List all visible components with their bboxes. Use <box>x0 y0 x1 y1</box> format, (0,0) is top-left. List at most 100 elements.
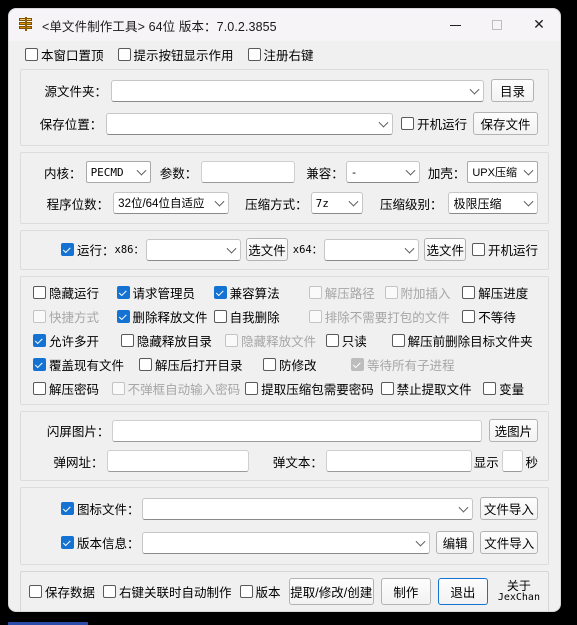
checkbox-box <box>116 310 130 323</box>
checkbox-register-contextmenu[interactable]: 注册右键 <box>247 45 314 64</box>
checkbox-option[interactable]: 解压前删除目标文件夹 <box>391 331 538 350</box>
checkbox-label: 解压后打开目录 <box>155 359 243 373</box>
checkbox-startup-run[interactable]: 开机运行 <box>471 240 538 259</box>
chevron-down-icon <box>469 84 480 95</box>
checkbox-option[interactable]: 请求管理员 <box>116 283 214 302</box>
checkbox-save-data[interactable]: 保存数据 <box>29 582 95 601</box>
select-image-button[interactable]: 选图片 <box>488 419 538 442</box>
bits-select[interactable]: 32位/64位自适应 <box>113 192 230 214</box>
checkbox-option[interactable]: 不等待 <box>462 307 538 326</box>
checkbox-option[interactable]: 兼容算法 <box>213 283 309 302</box>
checkbox-exit-after-finish[interactable]: 完成后退出 <box>350 612 429 613</box>
level-select[interactable]: 极限压缩 <box>448 192 538 214</box>
maximize-button[interactable] <box>476 9 518 41</box>
checkbox-label: 禁止提取文件 <box>396 383 472 397</box>
version-import-button[interactable]: 文件导入 <box>480 531 538 554</box>
checkbox-label: 自我删除 <box>229 311 280 325</box>
level-label: 压缩级别： <box>379 197 443 212</box>
minimize-button[interactable] <box>434 9 476 41</box>
version-edit-button[interactable]: 编辑 <box>435 531 475 554</box>
select-file-x64-button[interactable]: 选文件 <box>424 238 466 261</box>
x86-label: x86： <box>114 244 144 256</box>
author-name: JexChan <box>497 591 540 603</box>
checkbox-label: 开机运行 <box>417 118 468 132</box>
source-folder-combo[interactable] <box>111 79 484 102</box>
version-info-combo[interactable] <box>141 531 430 554</box>
checkbox-option[interactable]: 允许多开 <box>33 331 121 350</box>
popup-text-label: 弹文本： <box>272 455 323 470</box>
splash-image-input[interactable] <box>112 419 482 442</box>
popup-text-input[interactable] <box>325 450 472 472</box>
chevron-down-icon <box>226 243 237 254</box>
window-title: <单文件制作工具> 64位 版本：7.0.2.3855 <box>42 19 277 34</box>
popup-url-input[interactable] <box>106 450 249 472</box>
checkbox-tooltip-hint[interactable]: 提示按钮显示作用 <box>117 45 234 64</box>
pack-select[interactable]: UPX压缩 <box>467 161 538 183</box>
checkbox-version[interactable]: 版本 <box>239 582 281 601</box>
checkbox-version-info[interactable]: 版本信息： <box>61 533 140 552</box>
save-location-combo[interactable] <box>106 112 394 135</box>
checkbox-startup-run-save[interactable]: 开机运行 <box>401 114 467 133</box>
checkbox-box <box>213 310 227 323</box>
checkbox-option[interactable]: 隐藏释放目录 <box>120 331 225 350</box>
checkbox-option[interactable]: 覆盖现有文件 <box>33 355 139 374</box>
compat-select[interactable]: - <box>345 161 420 183</box>
about-block[interactable]: 关于 JexChan <box>498 580 540 603</box>
chevron-down-icon <box>415 536 426 547</box>
build-button[interactable]: 制作 <box>380 578 431 605</box>
checkbox-box <box>308 286 322 299</box>
checkbox-auto-build[interactable]: 右键关联时自动制作 <box>103 582 232 601</box>
close-button[interactable]: ✕ <box>518 9 560 41</box>
bits-value: 32位/64位自适应 <box>118 198 205 210</box>
browse-directory-button[interactable]: 目录 <box>491 79 535 102</box>
checkbox-option[interactable]: 隐藏运行 <box>33 283 117 302</box>
params-label: 参数： <box>159 166 198 181</box>
icon-file-import-button[interactable]: 文件导入 <box>479 497 538 520</box>
checkbox-label: 附加插入 <box>400 287 451 301</box>
checkbox-option[interactable]: 变量 <box>483 379 538 398</box>
show-label: 显示 <box>473 455 499 470</box>
checkbox-box <box>384 286 398 299</box>
checkbox-label: 开机运行 <box>487 244 538 258</box>
kernel-select[interactable]: PECMD <box>85 161 151 183</box>
x86-combo[interactable] <box>145 238 242 261</box>
checkbox-option[interactable]: 解压进度 <box>462 283 538 302</box>
params-input[interactable] <box>201 161 296 183</box>
kernel-label: 内核： <box>44 166 82 181</box>
chevron-down-icon <box>214 196 225 207</box>
checkbox-option[interactable]: 提取压缩包需要密码 <box>245 379 380 398</box>
checkbox-open-dir-after-finish[interactable]: 完成后打开目录 <box>436 612 540 613</box>
checkbox-option[interactable]: 解压密码 <box>33 379 112 398</box>
checkbox-run[interactable]: 运行： <box>61 240 115 259</box>
checkbox-label: 右键关联时自动制作 <box>119 586 232 600</box>
method-select[interactable]: 7z <box>310 192 363 214</box>
checkbox-option[interactable]: 自我删除 <box>213 307 309 326</box>
checkbox-box <box>462 286 476 299</box>
checkbox-option[interactable]: 防修改 <box>263 355 351 374</box>
checkbox-option[interactable]: 只读 <box>325 331 392 350</box>
exit-button[interactable]: 退出 <box>437 578 488 605</box>
checkbox-box <box>61 502 74 515</box>
checkbox-box <box>213 286 227 299</box>
extract-modify-create-button[interactable]: 提取/修改/创建 <box>288 578 374 605</box>
checkbox-box <box>401 117 415 130</box>
icon-file-combo[interactable] <box>141 497 473 520</box>
checkbox-option[interactable]: 解压后打开目录 <box>139 355 263 374</box>
checkbox-box <box>33 286 46 299</box>
checkbox-box <box>33 382 46 395</box>
checkbox-option[interactable]: 删除释放文件 <box>116 307 214 326</box>
x64-combo[interactable] <box>324 238 420 261</box>
checkbox-label: 图标文件： <box>77 503 140 517</box>
checkbox-label: 完成后打开目录 <box>452 612 540 613</box>
checkbox-always-on-top[interactable]: 本窗口置顶 <box>25 45 104 64</box>
checkbox-box <box>263 358 276 371</box>
checkbox-label: 隐藏释放文件 <box>241 335 317 349</box>
checkbox-option[interactable]: 禁止提取文件 <box>380 379 483 398</box>
save-file-button[interactable]: 保存文件 <box>473 112 539 135</box>
select-file-x86-button[interactable]: 选文件 <box>246 238 288 261</box>
checkbox-label: 本窗口置顶 <box>41 49 104 63</box>
checkbox-label: 请求管理员 <box>132 287 196 301</box>
checkbox-box <box>117 48 131 61</box>
checkbox-icon-file[interactable]: 图标文件： <box>61 499 140 518</box>
seconds-input[interactable] <box>501 450 523 472</box>
